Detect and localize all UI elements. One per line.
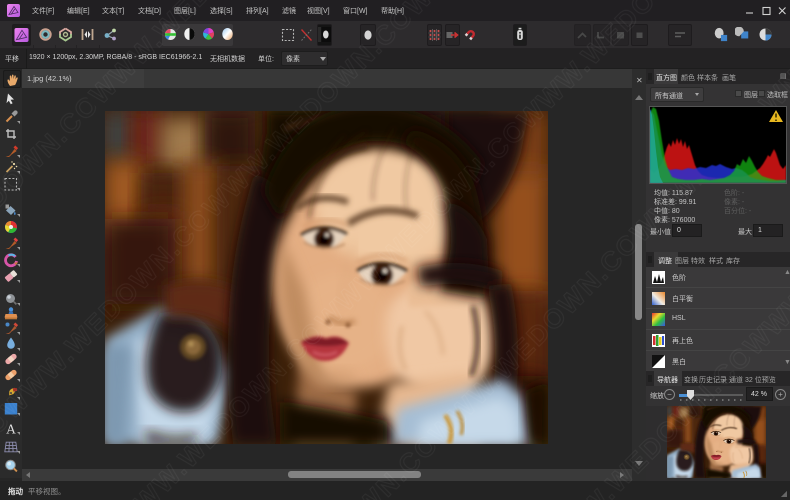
svg-text:A: A [6,422,16,437]
